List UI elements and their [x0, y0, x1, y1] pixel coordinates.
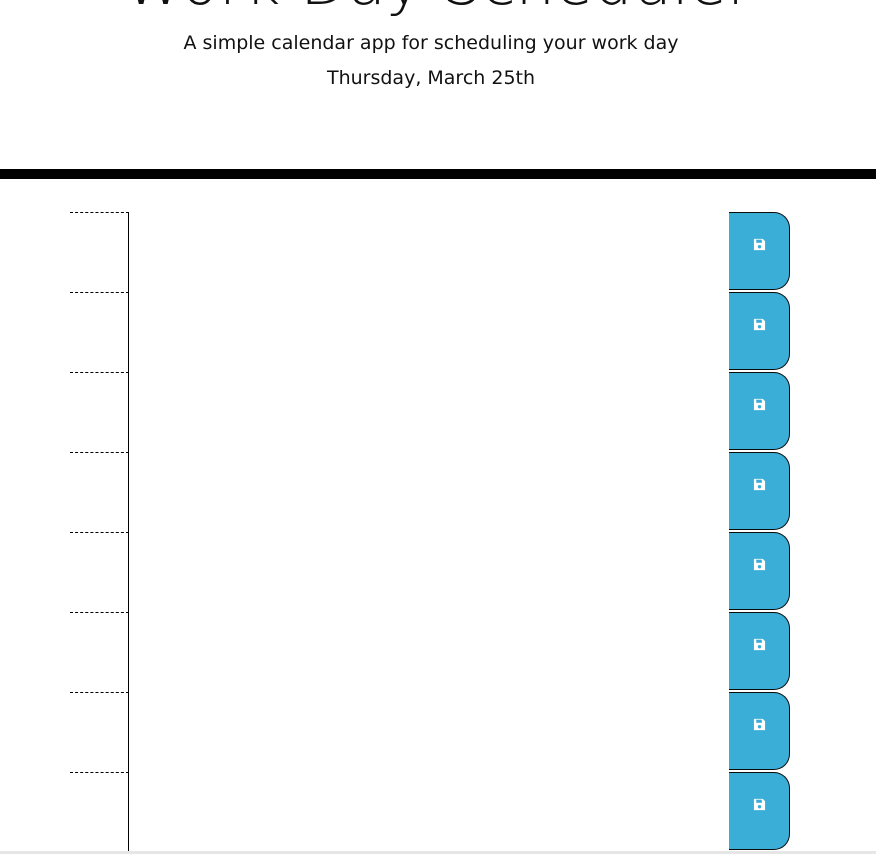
- time-block: [0, 772, 876, 852]
- time-block: [0, 372, 876, 452]
- event-description-input[interactable]: [130, 532, 729, 612]
- hour-label: [70, 692, 129, 772]
- app-subtitle: A simple calendar app for scheduling you…: [183, 32, 679, 54]
- hour-label: [70, 372, 129, 452]
- event-description-input[interactable]: [130, 212, 729, 292]
- save-button[interactable]: [729, 292, 790, 370]
- floppy-disk-icon: [753, 638, 766, 651]
- event-description-input[interactable]: [130, 292, 729, 372]
- save-button[interactable]: [729, 372, 790, 450]
- save-button[interactable]: [729, 452, 790, 530]
- floppy-disk-icon: [753, 478, 766, 491]
- current-day: Thursday, March 25th: [326, 67, 536, 89]
- time-block: [0, 532, 876, 612]
- time-block: [0, 292, 876, 372]
- floppy-disk-icon: [753, 718, 766, 731]
- hour-label: [70, 212, 129, 292]
- header: Work Day Scheduler A simple calendar app…: [0, 0, 876, 170]
- floppy-disk-icon: [753, 398, 766, 411]
- time-block-list: [0, 212, 876, 854]
- floppy-disk-icon: [753, 238, 766, 251]
- header-border: [0, 169, 876, 179]
- app-title: Work Day Scheduler: [0, 0, 876, 18]
- event-description-input[interactable]: [130, 772, 729, 852]
- save-button[interactable]: [729, 692, 790, 770]
- time-block: [0, 612, 876, 692]
- save-button[interactable]: [729, 612, 790, 690]
- save-button[interactable]: [729, 772, 790, 850]
- event-description-input[interactable]: [130, 692, 729, 772]
- event-description-input[interactable]: [130, 372, 729, 452]
- hour-label: [70, 532, 129, 612]
- floppy-disk-icon: [753, 798, 766, 811]
- time-block: [0, 452, 876, 532]
- save-button[interactable]: [729, 212, 790, 290]
- hour-label: [70, 452, 129, 532]
- event-description-input[interactable]: [130, 452, 729, 532]
- hour-label: [70, 772, 129, 852]
- hour-label: [70, 292, 129, 372]
- time-block: [0, 692, 876, 772]
- save-button[interactable]: [729, 532, 790, 610]
- floppy-disk-icon: [753, 318, 766, 331]
- hour-label: [70, 612, 129, 692]
- event-description-input[interactable]: [130, 612, 729, 692]
- time-block: [0, 212, 876, 292]
- floppy-disk-icon: [753, 558, 766, 571]
